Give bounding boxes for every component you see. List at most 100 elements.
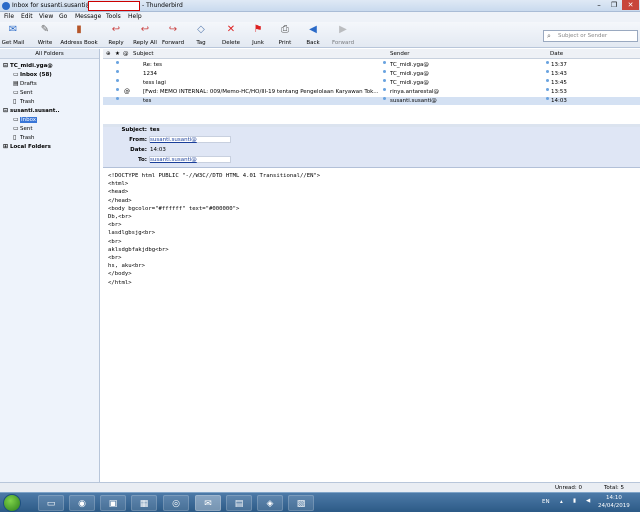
clock-date[interactable]: 24/04/2019 — [598, 503, 630, 509]
start-button[interactable] — [3, 494, 21, 512]
forward-button[interactable]: ↪ Forward — [160, 24, 186, 48]
address-book-button[interactable]: ▮ Address Book — [59, 24, 99, 48]
body-line: <!DOCTYPE html PUBLIC "-//W3C//DTD HTML … — [108, 173, 321, 179]
read-dot-icon — [116, 79, 119, 82]
expand-icon: ⊞ — [3, 143, 9, 150]
read-dot-icon — [546, 70, 549, 73]
star-column-icon[interactable]: ★ — [115, 51, 120, 57]
delete-icon: ✕ — [226, 24, 236, 35]
junk-button[interactable]: ⚑ Junk — [249, 24, 267, 48]
search-input[interactable]: ⌕ Subject or Sender — [543, 30, 638, 42]
from-value[interactable]: susanti.susanti@ — [150, 137, 197, 143]
folder-drafts[interactable]: ▤Drafts — [13, 80, 37, 88]
read-dot-icon — [116, 61, 119, 64]
thread-column-icon[interactable]: ⊕ — [106, 51, 111, 57]
menu-bar: File Edit View Go Message Tools Help — [0, 12, 640, 22]
write-button[interactable]: ✎ Write — [34, 24, 56, 48]
firefox-icon[interactable]: ◉ — [69, 495, 95, 511]
attachment-column-icon[interactable]: @ — [123, 51, 129, 57]
table-row[interactable]: @ [Fwd: MEMO INTERNAL: 009/Memo-HC/HO/II… — [103, 88, 640, 96]
message-sender: TC_midi.yga@ — [390, 62, 429, 68]
write-icon: ✎ — [40, 24, 50, 35]
thunderbird-app-icon — [2, 2, 10, 10]
tag-button[interactable]: ◇ Tag — [192, 24, 210, 48]
collapse-icon: ⊟ — [3, 107, 9, 114]
folder-inbox-selected[interactable]: ▭ Inbox — [13, 116, 38, 124]
window-title: Inbox for susanti.susanti@ — [12, 2, 92, 9]
account-name: Local Folders — [10, 144, 51, 150]
get-mail-button[interactable]: ✉ Get Mail — [1, 24, 25, 48]
status-bar: Unread: 0 Total: 5 — [0, 482, 640, 492]
menu-go[interactable]: Go — [59, 13, 67, 20]
folder-trash[interactable]: ▯ Trash — [13, 98, 35, 106]
body-line: <html> — [108, 181, 129, 188]
eye-app-icon[interactable]: ◈ — [257, 495, 283, 511]
network-icon[interactable]: ▮ — [573, 498, 576, 504]
body-line: aklsdgbfakjdbg<br> — [108, 246, 169, 253]
read-dot-icon — [116, 88, 119, 91]
menu-file[interactable]: File — [4, 13, 14, 20]
folder-inbox[interactable]: ▭Inbox (58) — [13, 71, 52, 79]
print-button[interactable]: ⎙ Print — [274, 24, 296, 48]
excel-icon[interactable]: ▦ — [131, 495, 157, 511]
forward-nav-button[interactable]: ▶ Forward — [330, 24, 356, 48]
sent-icon: ▭ — [13, 125, 19, 132]
maximize-button[interactable]: ❐ — [607, 0, 621, 10]
message-date: 13:43 — [551, 71, 567, 77]
pdf-icon[interactable]: ▤ — [226, 495, 252, 511]
inbox-icon: ▭ — [13, 116, 19, 123]
sender-column-header[interactable]: Sender — [390, 51, 410, 57]
folder-trash[interactable]: ▯ Trash — [13, 134, 35, 142]
menu-message[interactable]: Message — [75, 13, 101, 20]
message-body: <!DOCTYPE html PUBLIC "-//W3C//DTD HTML … — [108, 172, 628, 287]
date-column-header[interactable]: Date — [550, 51, 563, 57]
image-viewer-icon[interactable]: ▧ — [288, 495, 314, 511]
folder-pane-header[interactable]: All Folders — [0, 49, 99, 59]
tray-chevron-icon[interactable]: ▴ — [560, 499, 563, 505]
table-row-selected[interactable]: tes susanti.susanti@ 14:03 — [103, 97, 640, 105]
thunderbird-taskbar-icon[interactable]: ✉ — [195, 495, 221, 511]
close-button[interactable]: ✕ — [622, 0, 639, 10]
table-row[interactable]: Re: tes TC_midi.yga@ 13:37 — [103, 61, 640, 69]
unread-count: Unread: 0 — [555, 485, 582, 491]
reply-all-button[interactable]: ↩ Reply All — [131, 24, 159, 48]
reply-icon: ↩ — [111, 24, 121, 35]
local-folders[interactable]: ⊞ Local Folders — [3, 143, 51, 151]
to-value[interactable]: susanti.susanti@ — [150, 157, 197, 163]
delete-button[interactable]: ✕ Delete — [220, 24, 242, 48]
folder-label: Drafts — [20, 81, 37, 87]
trash-icon: ▯ — [13, 98, 17, 105]
menu-edit[interactable]: Edit — [21, 13, 33, 20]
title-bar: Inbox for susanti.susanti@ - Thunderbird… — [0, 0, 640, 12]
account-tc-midi[interactable]: ⊟ TC_midi.yga@ — [3, 62, 53, 70]
volume-icon[interactable]: ◀ — [586, 498, 590, 504]
read-dot-icon — [383, 97, 386, 100]
store-icon[interactable]: ▣ — [100, 495, 126, 511]
table-row[interactable]: 1234 TC_midi.yga@ 13:43 — [103, 70, 640, 78]
read-dot-icon — [383, 88, 386, 91]
thread-pane: ⊕ ★ @ Subject Sender Date Re: tes TC_mid… — [103, 49, 640, 124]
menu-view[interactable]: View — [39, 13, 53, 20]
menu-tools[interactable]: Tools — [106, 13, 121, 20]
minimize-button[interactable]: – — [592, 0, 606, 10]
title-redaction — [88, 1, 140, 11]
menu-help[interactable]: Help — [128, 13, 142, 20]
back-button[interactable]: ◀ Back — [304, 24, 322, 48]
chrome-icon[interactable]: ◎ — [163, 495, 189, 511]
table-row[interactable]: tess lagi TC_midi.yga@ 13:45 — [103, 79, 640, 87]
drafts-icon: ▤ — [13, 80, 19, 87]
clock-time[interactable]: 14:10 — [606, 495, 622, 501]
language-indicator[interactable]: EN — [542, 499, 550, 505]
folder-sent[interactable]: ▭Sent — [13, 125, 33, 133]
reply-button[interactable]: ↩ Reply — [106, 24, 126, 48]
folder-label: Sent — [20, 126, 33, 132]
get-mail-icon: ✉ — [8, 24, 18, 35]
account-susanti[interactable]: ⊟ susanti.susant.. — [3, 107, 60, 115]
subject-label: Subject: — [121, 127, 147, 133]
subject-column-header[interactable]: Subject — [133, 51, 154, 57]
folder-sent[interactable]: ▭Sent — [13, 89, 33, 97]
body-line: <br> — [108, 222, 122, 229]
inbox-icon: ▭ — [13, 71, 19, 78]
folder-icon[interactable]: ▭ — [38, 495, 64, 511]
search-placeholder: Subject or Sender — [558, 33, 608, 39]
